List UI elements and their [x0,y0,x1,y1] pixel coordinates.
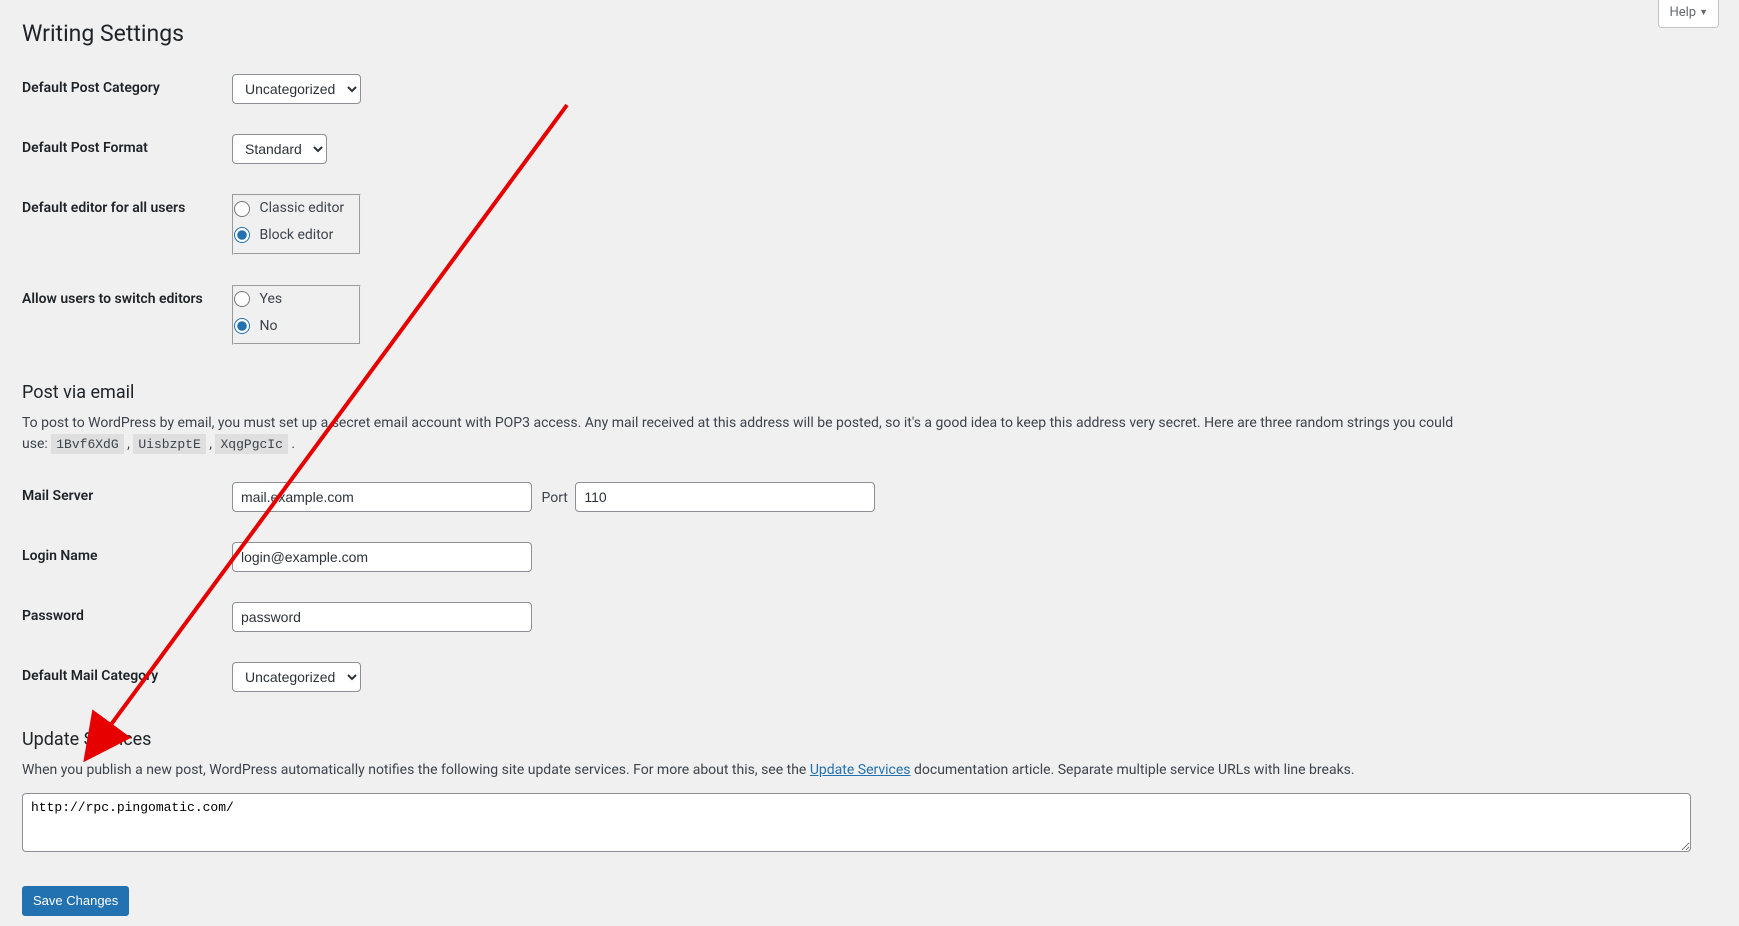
settings-table-general: Default Post Category Uncategorized Defa… [22,59,371,360]
link-update-services[interactable]: Update Services [810,762,911,778]
label-default-post-category: Default Post Category [22,59,222,119]
page-wrap: Writing Settings Default Post Category U… [2,10,1719,926]
label-default-editor: Default editor for all users [22,179,222,270]
page-title: Writing Settings [22,10,1699,53]
heading-update-services: Update Services [22,729,1699,750]
radio-classic-editor[interactable] [234,201,250,217]
label-port: Port [541,490,567,506]
heading-post-via-email: Post via email [22,382,1699,403]
select-default-mail-category[interactable]: Uncategorized [232,662,361,692]
random-string-3: XqgPgcIc [215,434,287,454]
label-classic-editor[interactable]: Classic editor [234,199,359,219]
settings-table-mail: Mail Server Port Login Name Password Def… [22,467,885,707]
desc-update-services: When you publish a new post, WordPress a… [22,760,1477,781]
label-block-editor[interactable]: Block editor [234,226,359,246]
label-switch-yes[interactable]: Yes [234,290,359,310]
input-port[interactable] [575,482,875,512]
submit-row: Save Changes [22,876,1699,926]
radio-classic-editor-text: Classic editor [259,200,344,216]
label-switch-no[interactable]: No [234,317,359,337]
label-default-mail-category: Default Mail Category [22,647,222,707]
random-string-2: UisbzptE [133,434,205,454]
textarea-ping-sites[interactable]: http://rpc.pingomatic.com/ [22,793,1691,852]
radio-switch-yes-text: Yes [259,291,282,307]
radio-switch-yes[interactable] [234,291,250,307]
label-login-name: Login Name [22,527,222,587]
random-string-1: 1Bvf6XdG [51,434,123,454]
label-mail-server: Mail Server [22,467,222,527]
label-default-post-format: Default Post Format [22,119,222,179]
label-password: Password [22,587,222,647]
desc-post-via-email: To post to WordPress by email, you must … [22,413,1477,455]
input-password[interactable] [232,602,532,632]
radio-block-editor[interactable] [234,227,250,243]
radio-block-editor-text: Block editor [259,227,333,243]
radio-switch-no[interactable] [234,318,250,334]
desc-update-services-post: documentation article. Separate multiple… [911,762,1355,778]
fieldset-default-editor: Classic editor Block editor [232,194,361,255]
label-allow-switch: Allow users to switch editors [22,270,222,361]
select-default-post-format[interactable]: Standard [232,134,327,164]
select-default-post-category[interactable]: Uncategorized [232,74,361,104]
save-changes-button[interactable]: Save Changes [22,886,129,916]
radio-switch-no-text: No [259,318,277,334]
input-login-name[interactable] [232,542,532,572]
desc-update-services-pre: When you publish a new post, WordPress a… [22,762,810,778]
input-mail-server[interactable] [232,482,532,512]
fieldset-allow-switch: Yes No [232,285,361,346]
